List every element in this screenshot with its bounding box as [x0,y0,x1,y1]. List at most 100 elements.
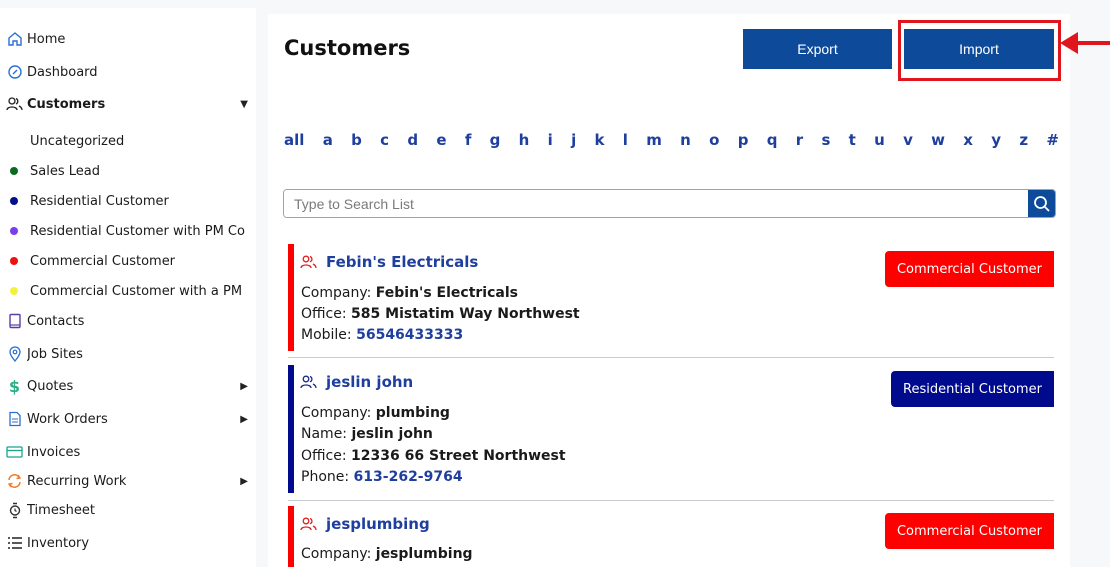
customers-icon [300,375,317,389]
alpha-filter-b[interactable]: b [351,131,362,149]
sidebar-item-home[interactable]: Home [6,29,252,49]
sidebar-item-dashboard[interactable]: Dashboard [6,62,252,82]
alpha-filter-d[interactable]: d [407,131,418,149]
search-button[interactable] [1028,190,1055,217]
customer-type-residential-pm[interactable]: Residential Customer with PM Con [10,222,246,240]
customer-card[interactable]: Febin's Electricals Commercial Customer … [288,244,1054,358]
alpha-filter-e[interactable]: e [436,131,446,149]
page-title: Customers [284,36,411,60]
customer-type-bar [288,506,294,567]
sidebar-item-invoices[interactable]: Invoices [6,442,252,462]
company-line: Company: jesplumbing [301,546,473,562]
document-icon [6,411,23,428]
customer-card[interactable]: jeslin john Residential Customer Company… [288,364,1054,501]
alpha-filter-hash[interactable]: # [1046,131,1059,149]
credit-card-icon [6,444,23,461]
phone-line: Phone: 613-262-9764 [301,469,463,485]
customers-icon [300,517,317,531]
alpha-filter-all[interactable]: all [284,131,304,149]
sidebar-item-contacts[interactable]: Contacts [6,311,252,331]
status-dot [10,257,18,265]
dashboard-icon [6,64,23,81]
alpha-filter-f[interactable]: f [465,131,472,149]
alpha-filter-x[interactable]: x [963,131,973,149]
sidebar-item-quotes[interactable]: $ Quotes ▶ [6,376,252,396]
alpha-filter-n[interactable]: n [680,131,691,149]
company-line: Company: Febin's Electricals [301,285,518,301]
alpha-filter-l[interactable]: l [623,131,628,149]
customer-name-link[interactable]: jesplumbing [326,515,430,533]
chevron-right-icon[interactable]: ▶ [240,476,248,487]
main-panel: Customers Export Import all a b c d e f … [268,14,1070,567]
customer-name-link[interactable]: Febin's Electricals [326,253,478,271]
sidebar-item-work-orders[interactable]: Work Orders ▶ [6,409,252,429]
sidebar-item-customers[interactable]: Customers ▼ [6,94,252,114]
alpha-filter-m[interactable]: m [646,131,662,149]
annotation-highlight-box [898,20,1061,81]
sidebar-item-timesheet[interactable]: Timesheet [6,500,252,520]
search-input[interactable] [284,190,1028,217]
alpha-filter-h[interactable]: h [519,131,530,149]
status-dot [10,287,18,295]
customers-icon [6,96,23,113]
customer-type-sales-lead[interactable]: Sales Lead [10,162,246,180]
search-icon [1033,195,1050,212]
alpha-filter-t[interactable]: t [849,131,856,149]
location-pin-icon [6,346,23,363]
phone-link[interactable]: 613-262-9764 [354,469,463,485]
alpha-filter-j[interactable]: j [571,131,576,149]
customers-icon [300,255,317,269]
alpha-filter-g[interactable]: g [490,131,501,149]
alpha-filter-s[interactable]: s [821,131,830,149]
customer-type-bar [288,244,294,351]
alpha-filter-z[interactable]: z [1019,131,1028,149]
chevron-down-icon[interactable]: ▼ [240,99,248,110]
customer-type-uncategorized[interactable]: Uncategorized [10,132,246,150]
dollar-icon: $ [8,376,21,396]
customer-name-link[interactable]: jeslin john [326,373,413,391]
alpha-filter-w[interactable]: w [931,131,945,149]
watch-icon [6,502,23,519]
alpha-filter-p[interactable]: p [738,131,749,149]
alpha-filter-q[interactable]: q [767,131,778,149]
alpha-filter-k[interactable]: k [595,131,605,149]
contacts-icon [6,313,23,330]
list-icon [6,535,23,552]
refresh-icon [6,473,23,490]
sidebar-item-recurring-work[interactable]: Recurring Work ▶ [6,471,252,491]
status-dot [10,227,18,235]
home-icon [6,31,23,48]
status-dot [10,167,18,175]
sidebar-item-label: Dashboard [27,64,98,80]
alpha-filter-a[interactable]: a [323,131,333,149]
chevron-right-icon[interactable]: ▶ [240,381,248,392]
alpha-filter-o[interactable]: o [709,131,719,149]
sidebar-item-label: Home [27,31,66,47]
mobile-line: Mobile: 56546433333 [301,327,464,343]
contact-name-line: Name: jeslin john [301,426,433,442]
office-line: Office: 12336 66 Street Northwest [301,448,566,464]
sidebar-item-label: Customers [27,96,106,112]
customer-type-badge: Commercial Customer [885,513,1054,549]
sidebar: Home Dashboard Customers ▼ Uncategorized… [0,8,256,567]
search-box [283,189,1056,218]
customer-card[interactable]: jesplumbing Commercial Customer Company:… [288,506,1054,567]
customer-type-commercial-pm[interactable]: Commercial Customer with a PM C [10,282,246,300]
sidebar-item-inventory[interactable]: Inventory [6,533,252,553]
alpha-filter-c[interactable]: c [380,131,389,149]
customer-type-residential[interactable]: Residential Customer [10,192,246,210]
customer-type-commercial[interactable]: Commercial Customer [10,252,246,270]
alphabet-filter: all a b c d e f g h i j k l m n o p q r … [284,131,1059,149]
status-dot [10,197,18,205]
alpha-filter-y[interactable]: y [991,131,1001,149]
sidebar-item-job-sites[interactable]: Job Sites [6,344,252,364]
alpha-filter-r[interactable]: r [796,131,803,149]
alpha-filter-v[interactable]: v [903,131,913,149]
office-line: Office: 585 Mistatim Way Northwest [301,306,580,322]
mobile-link[interactable]: 56546433333 [356,327,463,343]
chevron-right-icon[interactable]: ▶ [240,414,248,425]
company-line: Company: plumbing [301,405,450,421]
alpha-filter-u[interactable]: u [874,131,885,149]
export-button[interactable]: Export [743,29,892,69]
alpha-filter-i[interactable]: i [548,131,553,149]
